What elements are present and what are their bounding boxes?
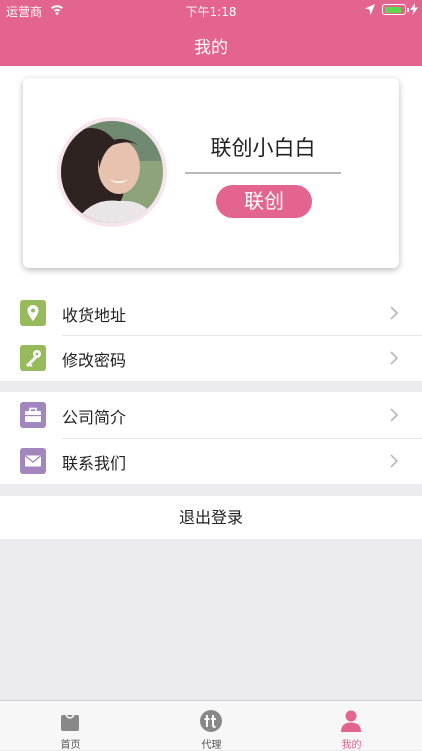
username: 联创小白白 — [210, 136, 316, 160]
username-divider — [185, 172, 341, 174]
tab-label-home: 首页 — [60, 740, 81, 751]
menu-group-2: 公司简介 联系我们 — [0, 392, 422, 484]
tab-label-mine: 我的 — [341, 740, 362, 751]
menu-item-address[interactable]: 收货地址 — [0, 290, 422, 336]
person-icon — [341, 710, 361, 732]
nav-header: 运营商 下午1:18 我的 — [0, 0, 422, 66]
status-time: 下午1:18 — [185, 5, 237, 19]
battery-icon — [382, 4, 409, 15]
briefcase-icon — [20, 402, 46, 428]
chevron-right-icon — [390, 306, 398, 320]
menu-item-company[interactable]: 公司简介 — [0, 392, 422, 438]
agent-icon — [200, 710, 222, 732]
logout-button[interactable]: 退出登录 — [0, 496, 422, 539]
key-icon — [20, 345, 46, 371]
avatar[interactable] — [61, 121, 163, 223]
member-badge: 联创 — [216, 185, 312, 218]
menu-group-1: 收货地址 修改密码 — [0, 290, 422, 381]
chevron-right-icon — [390, 454, 398, 468]
status-bar: 运营商 下午1:18 — [0, 0, 422, 22]
menu-label-company: 公司简介 — [62, 408, 127, 427]
profile-card: 联创小白白 联创 — [23, 78, 399, 268]
location-icon — [20, 300, 46, 326]
shopping-bag-icon — [61, 714, 79, 731]
battery-level — [384, 6, 401, 13]
mail-icon — [20, 448, 46, 474]
charging-icon — [410, 3, 418, 15]
tab-bar: 首页 代理 我的 — [0, 700, 422, 751]
tab-agent[interactable]: 代理 — [141, 701, 282, 751]
menu-label-password: 修改密码 — [62, 351, 127, 370]
chevron-right-icon — [390, 408, 398, 422]
menu-item-password[interactable]: 修改密码 — [0, 335, 422, 381]
chevron-right-icon — [390, 351, 398, 365]
tab-mine[interactable]: 我的 — [281, 701, 422, 751]
page-title: 我的 — [194, 38, 228, 58]
avatar-ring — [57, 117, 167, 227]
tab-label-agent: 代理 — [201, 740, 222, 751]
location-arrow-icon — [365, 4, 375, 15]
menu-label-contact: 联系我们 — [62, 454, 127, 473]
tab-home[interactable]: 首页 — [0, 701, 141, 751]
menu-item-contact[interactable]: 联系我们 — [0, 438, 422, 484]
menu-label-address: 收货地址 — [62, 306, 127, 325]
